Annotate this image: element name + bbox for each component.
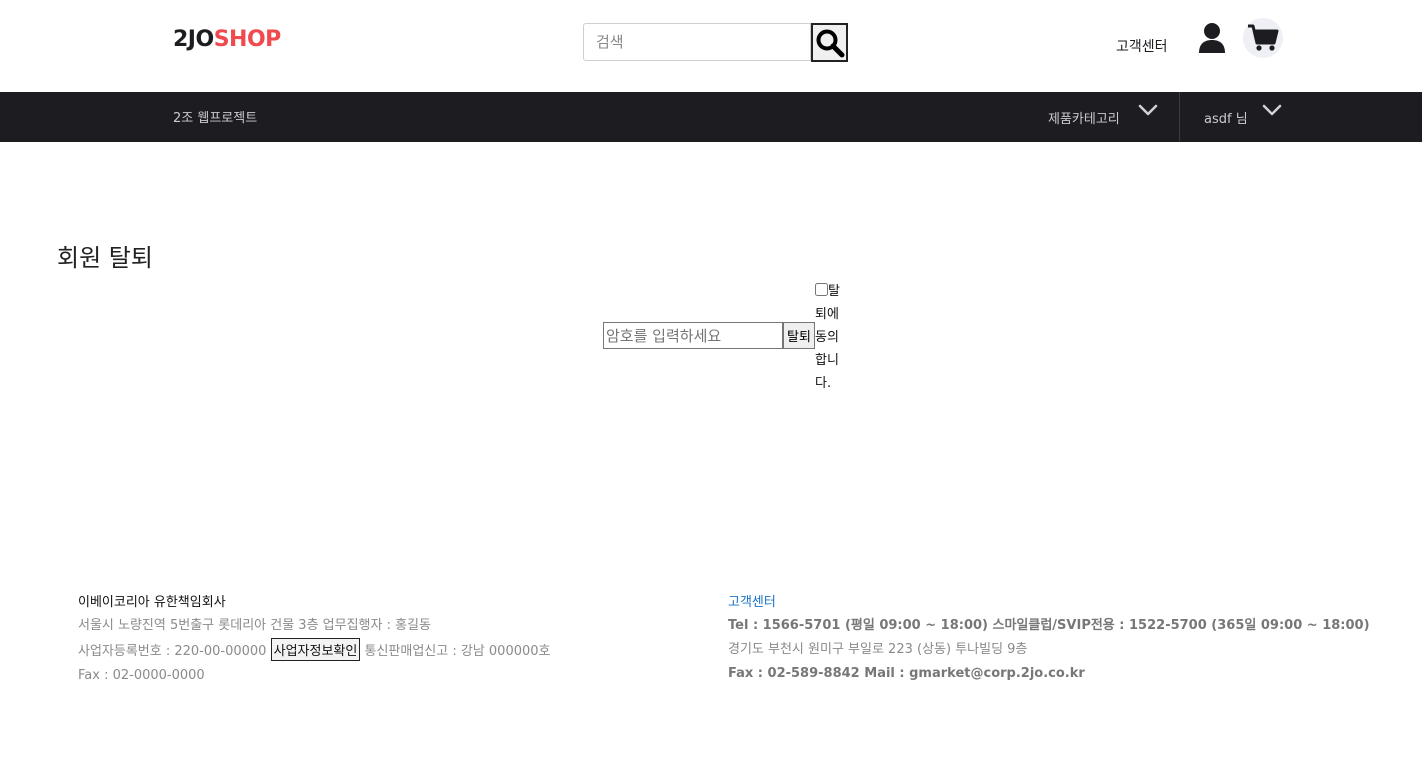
business-registration-line: 사업자등록번호 : 220-00-00000 사업자정보확인 통신판매업신고 :…: [78, 638, 551, 664]
business-number: 사업자등록번호 : 220-00-00000: [78, 644, 267, 659]
logo-text-primary: 2JO: [173, 27, 214, 52]
cs-address: 경기도 부천시 원미구 부일로 223 (상동) 투나빌딩 9층: [728, 642, 1028, 657]
user-icon[interactable]: [1198, 22, 1226, 54]
page-title: 회원 탈퇴: [57, 244, 153, 272]
company-name: 이베이코리아 유한책임회사: [78, 595, 226, 610]
user-name-label: asdf 님: [1204, 112, 1248, 127]
withdraw-button[interactable]: 탈퇴: [783, 322, 815, 349]
category-label: 제품카테고리: [1048, 112, 1120, 127]
company-address: 서울시 노량진역 5번출구 롯데리아 건물 3층 업무집행자 : 홍길동: [78, 618, 431, 633]
main-navbar: 2조 웹프로젝트 제품카테고리 asdf 님: [0, 92, 1422, 142]
cs-fax-mail: Fax : 02-589-8842 Mail : gmarket@corp.2j…: [728, 666, 1085, 681]
user-menu-dropdown[interactable]: asdf 님: [1204, 108, 1248, 127]
cs-tel: Tel : 1566-5701 (평일 09:00 ~ 18:00) 스마일클럽…: [728, 618, 1370, 633]
search-input[interactable]: [583, 23, 811, 61]
category-dropdown[interactable]: 제품카테고리: [1048, 108, 1120, 127]
magnifier-icon: [816, 29, 844, 57]
password-input[interactable]: [603, 322, 783, 349]
footer-customer-center: 고객센터 Tel : 1566-5701 (평일 09:00 ~ 18:00) …: [728, 592, 1370, 686]
logo-text-accent: SHOP: [213, 27, 282, 52]
site-logo[interactable]: 2JOSHOP: [173, 27, 281, 52]
agree-label: 탈퇴에 동의합니다.: [815, 284, 840, 391]
footer-company-info: 이베이코리아 유한책임회사 서울시 노량진역 5번출구 롯데리아 건물 3층 업…: [78, 592, 551, 688]
chevron-down-icon[interactable]: [1262, 103, 1282, 117]
customer-center-link[interactable]: 고객센터: [1116, 36, 1168, 56]
cart-icon[interactable]: [1243, 18, 1283, 58]
nav-divider: [1179, 92, 1180, 142]
chevron-down-icon[interactable]: [1138, 103, 1158, 117]
search-button[interactable]: [811, 23, 848, 62]
cs-title[interactable]: 고객센터: [728, 592, 1370, 614]
agree-checkbox[interactable]: [815, 283, 828, 296]
agree-consent: 탈퇴에 동의합니다.: [815, 280, 845, 395]
nav-brand[interactable]: 2조 웹프로젝트: [173, 107, 257, 126]
business-info-button[interactable]: 사업자정보확인: [270, 638, 361, 661]
company-fax: Fax : 02-0000-0000: [78, 668, 205, 683]
mail-order-report: 통신판매업신고 : 강남 000000호: [364, 644, 551, 659]
